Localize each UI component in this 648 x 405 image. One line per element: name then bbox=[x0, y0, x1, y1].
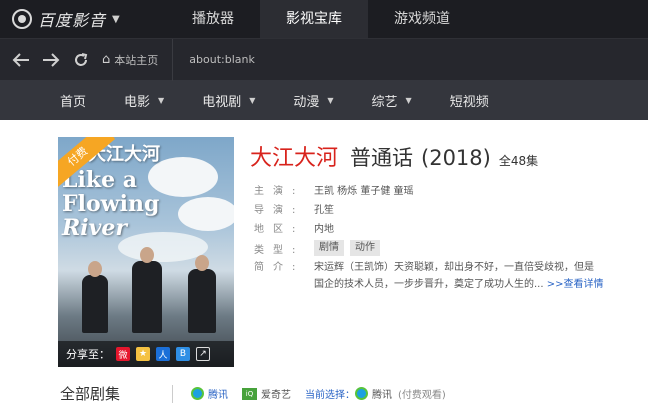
top-tabs: 播放器 影视宝库 游戏频道 bbox=[166, 0, 476, 38]
nav-tv-series-label: 电视剧 bbox=[202, 94, 242, 110]
address-bar: ⌂ 本站主页 about:blank bbox=[0, 38, 648, 81]
logo-text: 百度影音 bbox=[38, 11, 107, 30]
view-details-link[interactable]: >>查看详情 bbox=[547, 279, 604, 290]
episodes-bar: 全部剧集 腾讯 iQ 爱奇艺 当前选择： 腾讯 (付费观看) bbox=[0, 382, 648, 405]
synopsis-label: 简介: bbox=[254, 262, 305, 273]
nav-home[interactable]: 首页 bbox=[60, 91, 86, 110]
all-episodes-title: 全部剧集 bbox=[60, 385, 121, 403]
source-iqiyi-label: 爱奇艺 bbox=[261, 390, 292, 401]
app-window: 百度影音 ▼ 播放器 影视宝库 游戏频道 ⌂ 本站主页 about:blank … bbox=[0, 0, 648, 405]
show-language: 普通话 bbox=[350, 146, 414, 170]
tab-player[interactable]: 播放器 bbox=[166, 0, 260, 38]
app-logo[interactable]: 百度影音 ▼ bbox=[0, 0, 160, 38]
tencent-video-icon bbox=[191, 387, 205, 400]
refresh-icon[interactable] bbox=[66, 39, 96, 81]
genre-tag[interactable]: 动作 bbox=[350, 240, 380, 256]
share-bar: 分享至： 微 ★ 人 B ↗ bbox=[58, 341, 234, 367]
tab-games[interactable]: 游戏频道 bbox=[368, 0, 476, 38]
region-row: 地区: 内地 bbox=[254, 218, 648, 237]
poster-title-en-3: River bbox=[62, 215, 128, 241]
show-title: 大江大河 bbox=[250, 146, 339, 171]
tencent-video-icon bbox=[355, 387, 369, 400]
genre-tag[interactable]: 剧情 bbox=[314, 240, 344, 256]
tab-video-library[interactable]: 影视宝库 bbox=[260, 0, 368, 38]
poster-figure bbox=[132, 247, 162, 333]
genre-label: 类型: bbox=[254, 244, 305, 256]
home-icon: ⌂ bbox=[102, 52, 111, 67]
chevron-down-icon: ▼ bbox=[405, 95, 412, 105]
home-button[interactable]: ⌂ 本站主页 bbox=[102, 38, 174, 81]
logo-icon bbox=[12, 9, 32, 29]
paid-note: (付费观看) bbox=[398, 390, 446, 401]
poster-cloud bbox=[178, 197, 234, 231]
show-title-row: 大江大河 普通话 (2018) 全48集 bbox=[250, 140, 538, 172]
detail-content: 大江大河 Like a Flowing River 付费 分享至： 微 ★ 人 … bbox=[0, 120, 648, 405]
divider bbox=[172, 384, 174, 403]
poster-title-en-2: Flowing bbox=[62, 191, 160, 217]
nav-movies[interactable]: 电影 ▼ bbox=[124, 91, 164, 110]
region-label: 地区: bbox=[254, 224, 305, 235]
episode-count: 全48集 bbox=[498, 154, 539, 168]
cast-label: 主演: bbox=[254, 186, 305, 197]
chevron-down-icon: ▼ bbox=[158, 95, 165, 105]
poster-image[interactable]: 大江大河 Like a Flowing River 付费 分享至： 微 ★ 人 … bbox=[58, 137, 234, 367]
home-label: 本站主页 bbox=[114, 53, 159, 67]
url-field[interactable]: about:blank bbox=[189, 53, 255, 66]
source-iqiyi[interactable]: iQ 爱奇艺 bbox=[242, 386, 291, 401]
current-source: 当前选择： 腾讯 (付费观看) bbox=[305, 386, 446, 401]
chevron-down-icon: ▼ bbox=[249, 95, 256, 105]
show-info: 主演: 王凯 杨烁 董子健 童瑶 导演: 孔笙 地区: 内地 类型: 剧情 动作… bbox=[254, 180, 648, 293]
poster-figure bbox=[188, 255, 216, 333]
poster-cloud bbox=[118, 232, 208, 262]
cast-row: 主演: 王凯 杨烁 董子健 童瑶 bbox=[254, 180, 648, 199]
renren-icon[interactable]: 人 bbox=[156, 347, 170, 361]
synopsis-line: 国企的技术人员，一步步晋升，奠定了成功人生的... >>查看详情 bbox=[314, 276, 648, 293]
poster-figure bbox=[82, 261, 108, 333]
forward-arrow-icon[interactable] bbox=[36, 39, 66, 81]
nav-variety[interactable]: 综艺 ▼ bbox=[372, 91, 412, 110]
cast-value[interactable]: 王凯 杨烁 董子健 童瑶 bbox=[314, 182, 414, 197]
nav-anime-label: 动漫 bbox=[293, 94, 320, 110]
synopsis-text: 宋运辉（王凯饰）天资聪颖，却出身不好，一直倍受歧视，但是 国企的技术人员，一步步… bbox=[314, 259, 648, 293]
nav-anime[interactable]: 动漫 ▼ bbox=[293, 91, 333, 110]
top-bar: 百度影音 ▼ 播放器 影视宝库 游戏频道 bbox=[0, 0, 648, 38]
source-tencent-label: 腾讯 bbox=[208, 390, 229, 401]
weibo-icon[interactable]: 微 bbox=[116, 347, 130, 361]
director-row: 导演: 孔笙 bbox=[254, 199, 648, 218]
genre-row: 类型: 剧情 动作 bbox=[254, 237, 648, 259]
nav-short-video[interactable]: 短视频 bbox=[450, 91, 489, 110]
nav-tv-series[interactable]: 电视剧 ▼ bbox=[202, 91, 255, 110]
back-arrow-icon[interactable] bbox=[6, 39, 36, 81]
region-value[interactable]: 内地 bbox=[314, 220, 334, 235]
show-year: (2018) bbox=[421, 146, 491, 170]
nav-short-video-label: 短视频 bbox=[449, 94, 489, 110]
share-label: 分享至： bbox=[66, 348, 110, 361]
chevron-down-icon: ▼ bbox=[112, 13, 120, 25]
chevron-down-icon: ▼ bbox=[327, 95, 334, 105]
director-label: 导演: bbox=[254, 205, 305, 216]
director-value[interactable]: 孔笙 bbox=[314, 201, 334, 216]
source-tencent[interactable]: 腾讯 bbox=[191, 386, 228, 401]
nav-movies-label: 电影 bbox=[124, 94, 151, 110]
current-selection-label: 当前选择： bbox=[305, 390, 356, 401]
qzone-icon[interactable]: ★ bbox=[136, 347, 150, 361]
nav-home-label: 首页 bbox=[60, 94, 87, 110]
baidu-share-icon[interactable]: B bbox=[176, 347, 190, 361]
nav-variety-label: 综艺 bbox=[371, 94, 398, 110]
iqiyi-icon: iQ bbox=[242, 387, 258, 400]
synopsis-line: 宋运辉（王凯饰）天资聪颖，却出身不好，一直倍受歧视，但是 bbox=[314, 262, 594, 273]
external-share-icon[interactable]: ↗ bbox=[196, 347, 210, 361]
synopsis-line-text: 国企的技术人员，一步步晋升，奠定了成功人生的... bbox=[314, 279, 544, 290]
category-nav: 首页 电影 ▼ 电视剧 ▼ 动漫 ▼ 综艺 ▼ 短视频 bbox=[0, 80, 648, 120]
current-source-label: 腾讯 bbox=[372, 390, 393, 401]
synopsis-row: 简介: 宋运辉（王凯饰）天资聪颖，却出身不好，一直倍受歧视，但是 国企的技术人员… bbox=[254, 259, 648, 293]
